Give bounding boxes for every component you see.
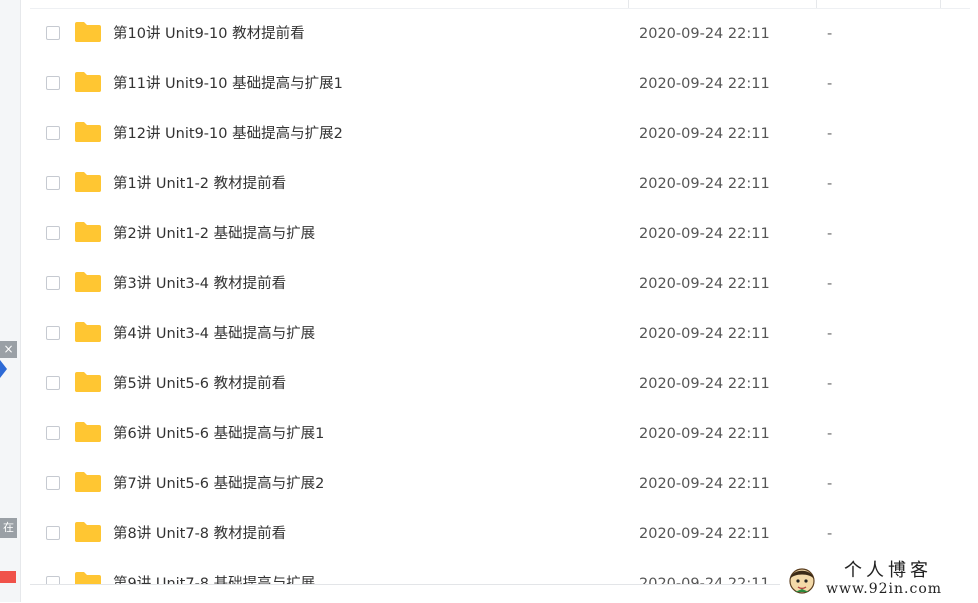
table-row[interactable]: 第11讲 Unit9-10 基础提高与扩展1 2020-09-24 22:11 -: [30, 59, 978, 109]
table-row[interactable]: 第1讲 Unit1-2 教材提前看 2020-09-24 22:11 -: [30, 159, 978, 209]
arrow-right-icon[interactable]: [0, 360, 7, 378]
list-header: [30, 0, 970, 9]
file-size: -: [827, 476, 833, 492]
row-checkbox[interactable]: [46, 26, 60, 40]
modified-date: 2020-09-24 22:11: [639, 176, 770, 192]
table-row[interactable]: 第10讲 Unit9-10 教材提前看 2020-09-24 22:11 -: [30, 9, 978, 59]
table-row[interactable]: 第8讲 Unit7-8 教材提前看 2020-09-24 22:11 -: [30, 509, 978, 559]
table-row[interactable]: 第2讲 Unit1-2 基础提高与扩展 2020-09-24 22:11 -: [30, 209, 978, 259]
row-checkbox[interactable]: [46, 426, 60, 440]
file-size: -: [827, 376, 833, 392]
modified-date: 2020-09-24 22:11: [639, 126, 770, 142]
table-row[interactable]: 第12讲 Unit9-10 基础提高与扩展2 2020-09-24 22:11 -: [30, 109, 978, 159]
file-name[interactable]: 第1讲 Unit1-2 教材提前看: [113, 174, 286, 194]
file-name[interactable]: 第7讲 Unit5-6 基础提高与扩展2: [113, 474, 324, 494]
file-name[interactable]: 第4讲 Unit3-4 基础提高与扩展: [113, 324, 315, 344]
row-checkbox[interactable]: [46, 126, 60, 140]
modified-date: 2020-09-24 22:11: [639, 26, 770, 42]
row-checkbox[interactable]: [46, 476, 60, 490]
file-name[interactable]: 第8讲 Unit7-8 教材提前看: [113, 524, 286, 544]
file-name[interactable]: 第5讲 Unit5-6 教材提前看: [113, 374, 286, 394]
column-divider[interactable]: [816, 0, 817, 8]
folder-icon[interactable]: [74, 171, 102, 193]
row-checkbox[interactable]: [46, 226, 60, 240]
modified-date: 2020-09-24 22:11: [639, 376, 770, 392]
file-size: -: [827, 426, 833, 442]
avatar: [789, 568, 815, 594]
folder-icon[interactable]: [74, 571, 102, 584]
folder-icon[interactable]: [74, 521, 102, 543]
folder-icon[interactable]: [74, 471, 102, 493]
sidebar-tag[interactable]: 在: [0, 518, 17, 538]
file-name[interactable]: 第9讲 Unit7-8 基础提高与扩展: [113, 574, 315, 584]
watermark: 个人博客 www.92in.com: [780, 558, 978, 602]
red-badge-icon[interactable]: [0, 571, 16, 583]
table-row[interactable]: 第7讲 Unit5-6 基础提高与扩展2 2020-09-24 22:11 -: [30, 459, 978, 509]
column-divider[interactable]: [628, 0, 629, 8]
folder-icon[interactable]: [74, 121, 102, 143]
watermark-title: 个人博客: [844, 560, 932, 581]
folder-icon[interactable]: [74, 371, 102, 393]
folder-icon[interactable]: [74, 321, 102, 343]
modified-date: 2020-09-24 22:11: [639, 426, 770, 442]
file-size: -: [827, 76, 833, 92]
folder-icon[interactable]: [74, 21, 102, 43]
file-name[interactable]: 第2讲 Unit1-2 基础提高与扩展: [113, 224, 315, 244]
table-row[interactable]: 第6讲 Unit5-6 基础提高与扩展1 2020-09-24 22:11 -: [30, 409, 978, 459]
file-size: -: [827, 126, 833, 142]
folder-icon[interactable]: [74, 71, 102, 93]
file-size: -: [827, 276, 833, 292]
column-divider[interactable]: [940, 0, 941, 8]
folder-icon[interactable]: [74, 221, 102, 243]
file-list: 第10讲 Unit9-10 教材提前看 2020-09-24 22:11- 第11讲…: [30, 9, 978, 584]
file-size: -: [827, 26, 833, 42]
sidebar-link-icon[interactable]: [0, 593, 16, 602]
table-row[interactable]: 第4讲 Unit3-4 基础提高与扩展 2020-09-24 22:11 -: [30, 309, 978, 359]
file-name[interactable]: 第6讲 Unit5-6 基础提高与扩展1: [113, 424, 324, 444]
row-checkbox[interactable]: [46, 576, 60, 584]
file-size: -: [827, 526, 833, 542]
file-size: -: [827, 326, 833, 342]
watermark-url: www.92in.com: [826, 581, 943, 597]
modified-date: 2020-09-24 22:11: [639, 476, 770, 492]
close-icon[interactable]: ×: [0, 341, 17, 358]
modified-date: 2020-09-24 22:11: [639, 526, 770, 542]
file-name[interactable]: 第12讲 Unit9-10 基础提高与扩展2: [113, 124, 343, 144]
modified-date: 2020-09-24 22:11: [639, 276, 770, 292]
modified-date: 2020-09-24 22:11: [639, 326, 770, 342]
table-row[interactable]: 第5讲 Unit5-6 教材提前看 2020-09-24 22:11 -: [30, 359, 978, 409]
row-checkbox[interactable]: [46, 276, 60, 290]
table-row[interactable]: 第3讲 Unit3-4 教材提前看 2020-09-24 22:11 -: [30, 259, 978, 309]
file-name[interactable]: 第10讲 Unit9-10 教材提前看: [113, 24, 305, 44]
modified-date: 2020-09-24 22:11: [639, 226, 770, 242]
row-checkbox[interactable]: [46, 376, 60, 390]
row-checkbox[interactable]: [46, 176, 60, 190]
file-size: -: [827, 176, 833, 192]
file-name[interactable]: 第3讲 Unit3-4 教材提前看: [113, 274, 286, 294]
row-checkbox[interactable]: [46, 326, 60, 340]
left-sidebar-strip: × 在: [0, 0, 21, 602]
modified-date: 2020-09-24 22:11: [639, 76, 770, 92]
row-checkbox[interactable]: [46, 76, 60, 90]
file-name[interactable]: 第11讲 Unit9-10 基础提高与扩展1: [113, 74, 343, 94]
file-size: -: [827, 226, 833, 242]
modified-date: 2020-09-24 22:11: [639, 576, 770, 584]
row-checkbox[interactable]: [46, 526, 60, 540]
folder-icon[interactable]: [74, 421, 102, 443]
folder-icon[interactable]: [74, 271, 102, 293]
